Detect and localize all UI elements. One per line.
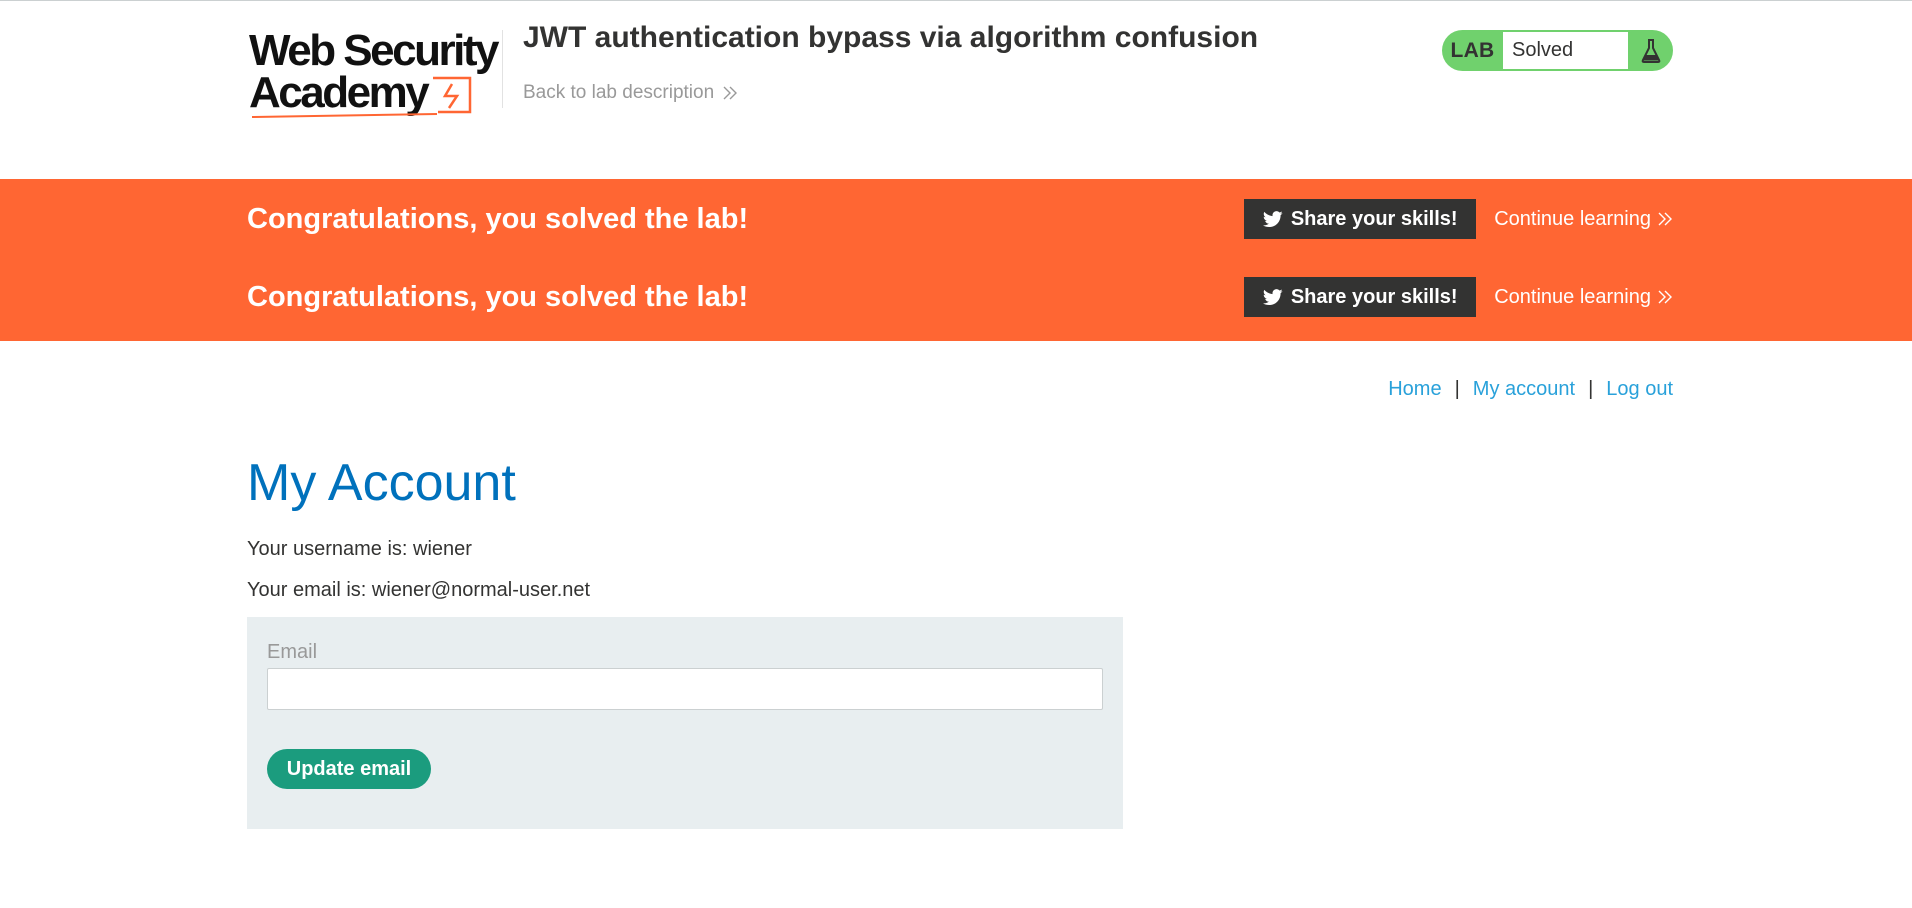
log-out-link[interactable]: Log out (1606, 378, 1673, 401)
back-link-label: Back to lab description (523, 82, 715, 103)
share-skills-button[interactable]: Share your skills! (1244, 277, 1477, 317)
twitter-icon (1262, 288, 1283, 305)
logo-divider (502, 30, 503, 108)
share-skills-label: Share your skills! (1290, 285, 1458, 308)
svg-text:Academy: Academy (249, 68, 430, 117)
continue-learning-link[interactable]: Continue learning (1494, 286, 1673, 309)
share-skills-label: Share your skills! (1290, 207, 1458, 230)
twitter-icon (1262, 210, 1283, 227)
home-link[interactable]: Home (1388, 378, 1441, 401)
continue-learning-label: Continue learning (1494, 285, 1651, 308)
lab-title: JWT authentication bypass via algorithm … (523, 21, 1259, 54)
continue-learning-link[interactable]: Continue learning (1494, 208, 1673, 231)
double-chevron-right-icon (1658, 212, 1672, 226)
change-email-form: Email Update email (247, 617, 1123, 829)
web-security-academy-logo[interactable]: Web Security Academy (247, 26, 502, 122)
page-title: My Account (247, 454, 516, 512)
flask-icon (1628, 30, 1673, 71)
double-chevron-right-icon (723, 86, 738, 100)
my-account-link[interactable]: My account (1473, 378, 1575, 401)
congratulations-message: Congratulations, you solved the lab! (247, 202, 749, 235)
email-label: Email (267, 641, 318, 663)
double-chevron-right-icon (1658, 290, 1672, 304)
academy-header: Web Security Academy JWT authentication … (0, 1, 1912, 179)
update-email-button[interactable]: Update email (267, 749, 431, 789)
username-line: Your username is: wiener (247, 538, 472, 560)
top-links-nav: Home | My account | Log out (1380, 378, 1673, 401)
email-line: Your email is: wiener@normal-user.net (247, 579, 591, 601)
lab-solved-notification: Congratulations, you solved the lab! Sha… (0, 179, 1912, 341)
nav-separator: | (1454, 378, 1460, 400)
lab-status-tag: LAB (1450, 38, 1495, 62)
back-to-lab-description-link[interactable]: Back to lab description (523, 82, 738, 104)
nav-separator: | (1588, 378, 1594, 400)
logo-graphic: Web Security Academy (249, 26, 502, 118)
lab-status-value: Solved (1503, 32, 1628, 69)
lab-status-widget: LAB Solved (1442, 30, 1673, 71)
notification-row: Congratulations, you solved the lab! Sha… (247, 179, 1673, 259)
notification-row: Congratulations, you solved the lab! Sha… (247, 257, 1673, 337)
congratulations-message: Congratulations, you solved the lab! (247, 280, 749, 313)
continue-learning-label: Continue learning (1494, 207, 1651, 230)
share-skills-button[interactable]: Share your skills! (1244, 199, 1477, 239)
email-input[interactable] (267, 668, 1103, 710)
